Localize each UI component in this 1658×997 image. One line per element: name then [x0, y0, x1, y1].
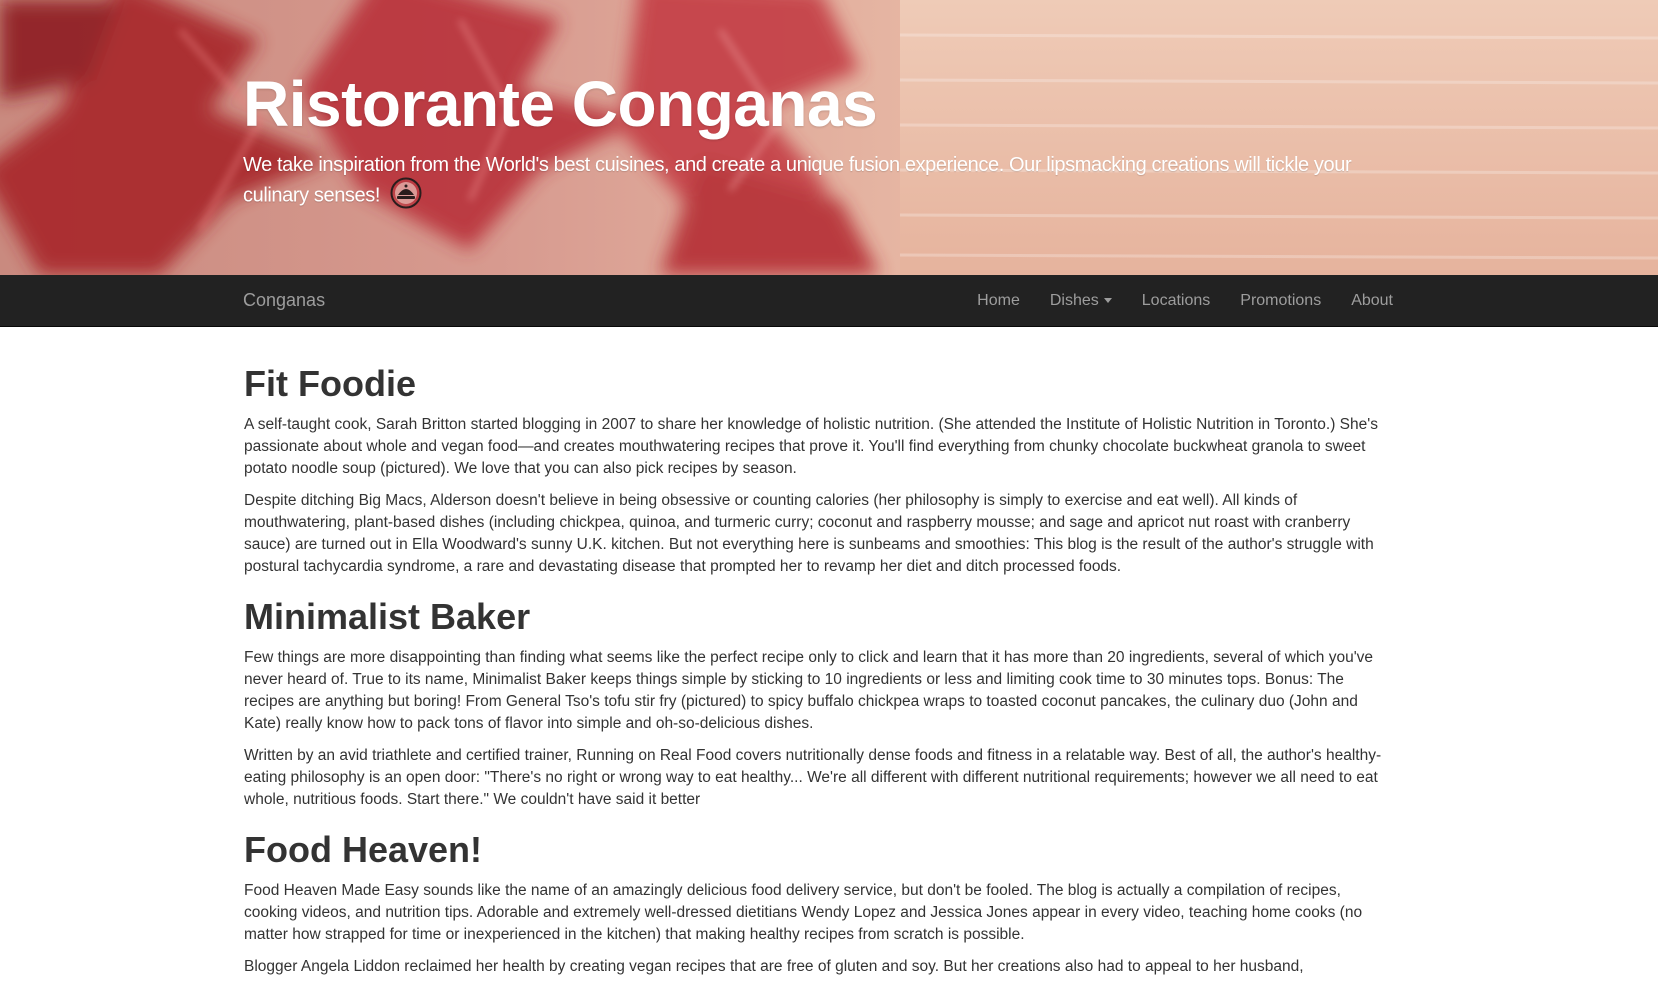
- section-minimalist-baker: Minimalist Baker Few things are more dis…: [244, 597, 1384, 811]
- section-paragraph: Few things are more disappointing than f…: [244, 649, 1374, 732]
- main-navbar: Conganas Home Dishes Locations Promotion…: [0, 275, 1658, 327]
- section-paragraph: Written by an avid triathlete and certif…: [244, 747, 1382, 808]
- nav-item-promotions[interactable]: Promotions: [1225, 275, 1336, 326]
- section-paragraph: A self-taught cook, Sarah Britton starte…: [244, 416, 1378, 477]
- section-paragraph: Food Heaven Made Easy sounds like the na…: [244, 882, 1363, 943]
- section-paragraph: Blogger Angela Liddon reclaimed her heal…: [244, 958, 1304, 975]
- nav-item-dishes-label: Dishes: [1049, 292, 1099, 309]
- navbar-brand[interactable]: Conganas: [243, 275, 325, 326]
- caret-down-icon: [1103, 298, 1112, 304]
- section-heading: Fit Foodie: [244, 363, 416, 404]
- hero-title: Ristorante Conganas: [243, 68, 878, 140]
- section-heading: Food Heaven!: [244, 829, 483, 870]
- hero-tagline: We take inspiration from the World's bes…: [243, 150, 1393, 212]
- section-food-heaven: Food Heaven! Food Heaven Made Easy sound…: [244, 830, 1384, 978]
- section-heading: Minimalist Baker: [244, 596, 531, 637]
- hero-jumbotron: Ristorante Conganas We take inspiration …: [0, 0, 1658, 275]
- section-paragraph: Despite ditching Big Macs, Alderson does…: [244, 492, 1374, 575]
- restaurant-logo-icon: [390, 177, 422, 209]
- section-fit-foodie: Fit Foodie A self-taught cook, Sarah Bri…: [244, 364, 1384, 578]
- hero-content: Ristorante Conganas We take inspiration …: [243, 68, 1393, 212]
- nav-item-about[interactable]: About: [1336, 275, 1408, 326]
- nav-item-home[interactable]: Home: [962, 275, 1035, 326]
- nav-item-dishes[interactable]: Dishes: [1035, 275, 1127, 326]
- navbar-menu: Home Dishes Locations Promotions About: [962, 275, 1408, 326]
- main-content: Fit Foodie A self-taught cook, Sarah Bri…: [244, 364, 1384, 997]
- nav-item-locations[interactable]: Locations: [1127, 275, 1226, 326]
